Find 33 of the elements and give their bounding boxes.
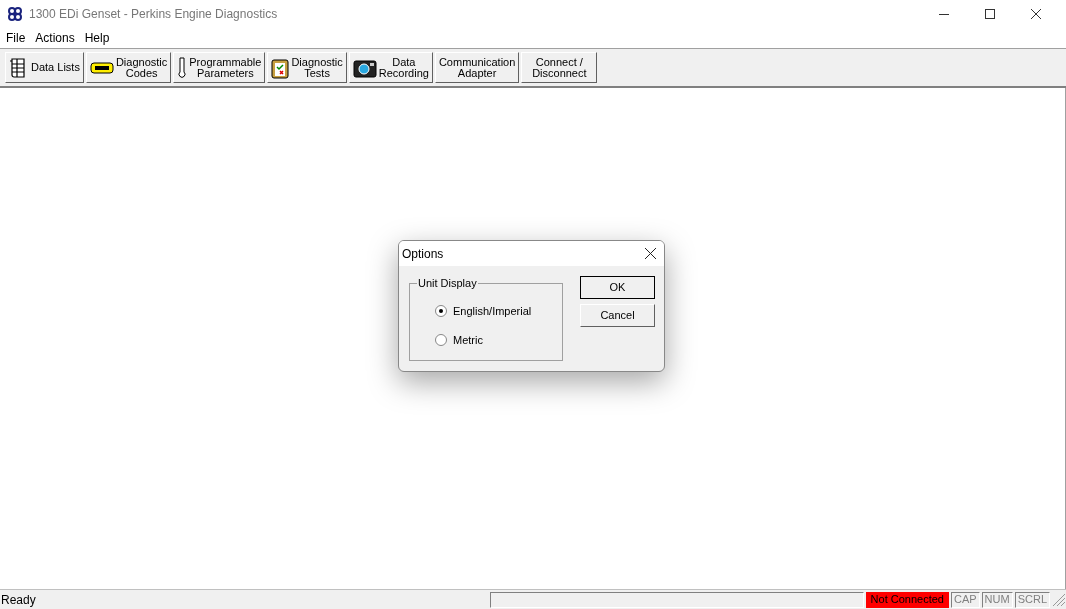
app-logo-icon [7,6,23,22]
camera-icon [352,57,377,78]
radio-button[interactable] [435,333,447,346]
radio-button[interactable] [435,305,447,318]
status-message: Ready [0,591,37,609]
radio-option[interactable]: Metric [435,331,562,348]
toolbar-button[interactable]: Diagnostic Codes [85,52,172,83]
toolbar-button[interactable]: Programmable Parameters [173,52,266,83]
close-icon [644,248,656,259]
menu-item[interactable]: Actions [30,29,80,47]
key-indicator: NUM [981,591,1013,608]
toolbar-button[interactable]: Data Recording [348,52,433,83]
clipboard-icon [271,56,290,79]
toolbar-button[interactable]: Communication Adapter [434,52,520,83]
maximize-icon [985,9,995,19]
dialog-title: Options [402,245,444,263]
minimize-icon [939,13,949,15]
dialog-button[interactable]: OK [580,276,655,299]
close-icon [1031,9,1041,19]
key-indicator: CAP [950,591,980,608]
menu-item[interactable]: Help [79,29,115,47]
key-indicator: SCRL [1014,591,1050,608]
radio-option[interactable]: English/Imperial [435,303,562,320]
toolbar-button[interactable]: Diagnostic Tests [267,52,347,83]
check-label-icon [89,60,114,75]
toolbar-button[interactable]: Connect / Disconnect [521,52,598,83]
connection-status: Not Connected [865,591,949,608]
toolbar-button[interactable]: Data Lists [5,52,84,83]
window-title: 1300 EDi Genset - Perkins Engine Diagnostics [29,6,278,23]
resize-grip-icon [1052,592,1066,607]
group-label: Unit Display [417,276,478,290]
dialog-button[interactable]: Cancel [580,304,655,327]
menu-item[interactable]: File [1,29,31,47]
